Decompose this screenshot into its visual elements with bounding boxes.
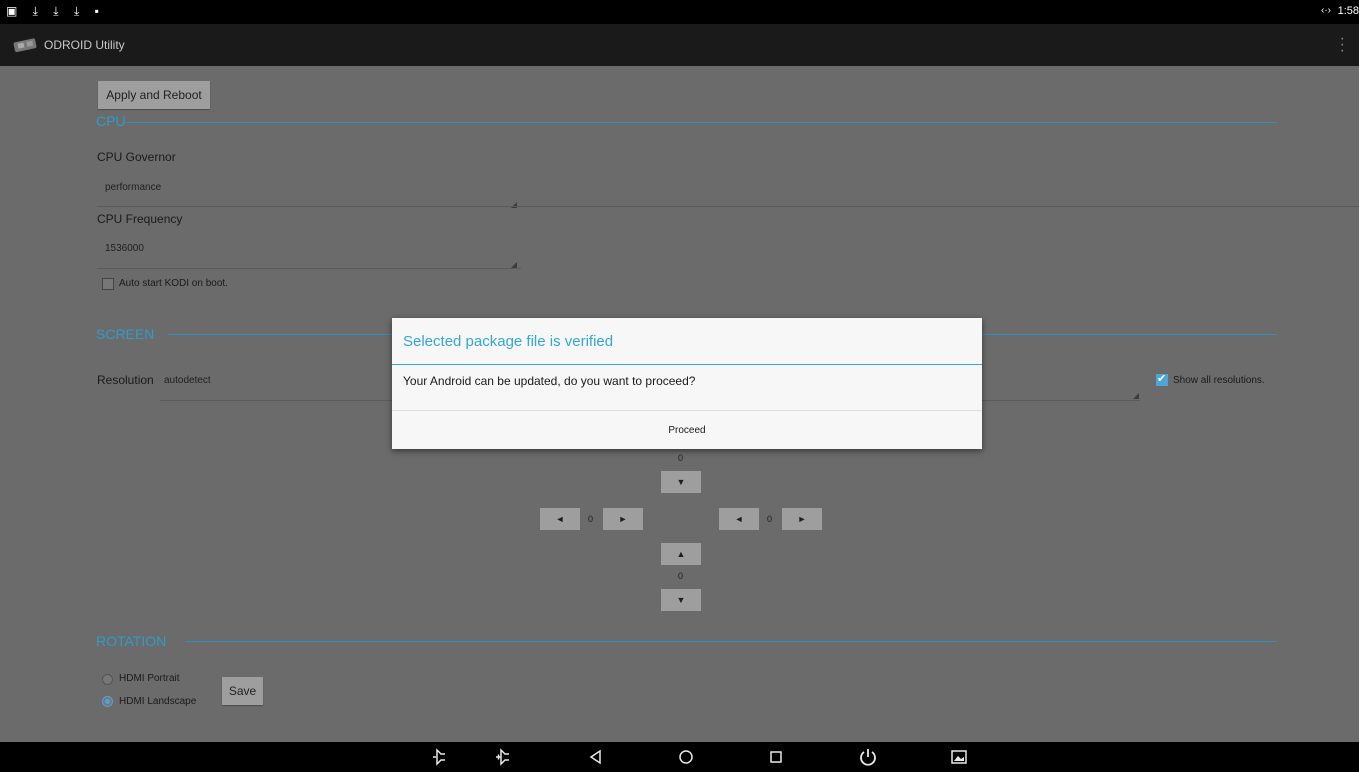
spinner-dropdown-icon [511, 202, 517, 208]
status-bar: ▣ ⤓ ⤓ ⤓ ▪ ‹·› 1:58 [0, 0, 1359, 24]
right-offset-increase-button[interactable]: ► [782, 508, 822, 530]
cpu-section-title: CPU [96, 113, 126, 129]
proceed-button[interactable]: Proceed [392, 411, 982, 449]
right-offset-value: 0 [767, 514, 773, 524]
recents-icon[interactable] [768, 749, 784, 765]
power-icon[interactable] [858, 747, 878, 767]
save-rotation-button[interactable]: Save [222, 677, 263, 705]
bottom-offset-down-button[interactable]: ▼ [661, 589, 701, 611]
spinner-underline [97, 206, 1359, 207]
navigation-bar [0, 742, 1359, 772]
portrait-radio-label: HDMI Portrait [119, 673, 180, 684]
show-all-checkbox-label: Show all resolutions. [1173, 375, 1265, 386]
rotation-section-title: ROTATION [96, 633, 167, 649]
bottom-offset-up-button[interactable]: ▲ [661, 543, 701, 565]
volume-down-icon[interactable] [430, 748, 448, 766]
left-offset-increase-button[interactable]: ► [603, 508, 643, 530]
top-offset-down-button[interactable]: ▼ [661, 471, 701, 493]
dialog-title: Selected package file is verified [403, 333, 614, 350]
cpu-frequency-value: 1536000 [105, 243, 144, 254]
kodi-checkbox-box[interactable] [102, 278, 114, 290]
portrait-radio[interactable] [102, 674, 113, 685]
dialog-title-divider [392, 364, 982, 365]
overflow-menu-icon[interactable]: · · · [1340, 31, 1345, 59]
status-clock: 1:58 [1337, 5, 1359, 17]
rotation-section-divider [186, 641, 1277, 642]
odroid-logo-icon [13, 38, 37, 53]
cpu-governor-label: CPU Governor [97, 150, 176, 164]
left-offset-decrease-button[interactable]: ◄ [540, 508, 580, 530]
left-offset-value: 0 [588, 514, 594, 524]
landscape-radio-label: HDMI Landscape [119, 696, 197, 707]
spinner-underline [97, 268, 521, 269]
right-offset-decrease-button[interactable]: ◄ [719, 508, 759, 530]
apply-and-reboot-button[interactable]: Apply and Reboot [98, 81, 210, 109]
update-dialog: Selected package file is verified Your A… [392, 318, 982, 449]
volume-up-icon[interactable] [494, 748, 512, 766]
cpu-governor-value: performance [105, 182, 162, 193]
home-icon[interactable] [678, 749, 694, 765]
status-notification-icons: ▣ ⤓ ⤓ ⤓ ▪ [6, 4, 105, 18]
dialog-message: Your Android can be updated, do you want… [403, 374, 696, 388]
bottom-offset-value: 0 [678, 571, 684, 581]
kodi-checkbox-label: Auto start KODI on boot. [119, 278, 228, 289]
screenshot-icon[interactable] [950, 748, 968, 766]
spinner-dropdown-icon [1133, 393, 1139, 399]
network-icon: ‹·› [1321, 5, 1331, 16]
back-icon[interactable] [588, 749, 604, 765]
resolution-value: autodetect [164, 375, 211, 386]
app-title: ODROID Utility [44, 38, 125, 52]
screen-section-title: SCREEN [96, 326, 155, 342]
cpu-section-divider [126, 122, 1277, 123]
resolution-label: Resolution [97, 373, 154, 387]
top-offset-value: 0 [678, 453, 684, 463]
cpu-frequency-label: CPU Frequency [97, 212, 183, 226]
action-bar: ODROID Utility · · · [0, 24, 1359, 66]
show-all-checkbox-box[interactable] [1156, 372, 1168, 386]
landscape-radio[interactable] [102, 696, 113, 707]
